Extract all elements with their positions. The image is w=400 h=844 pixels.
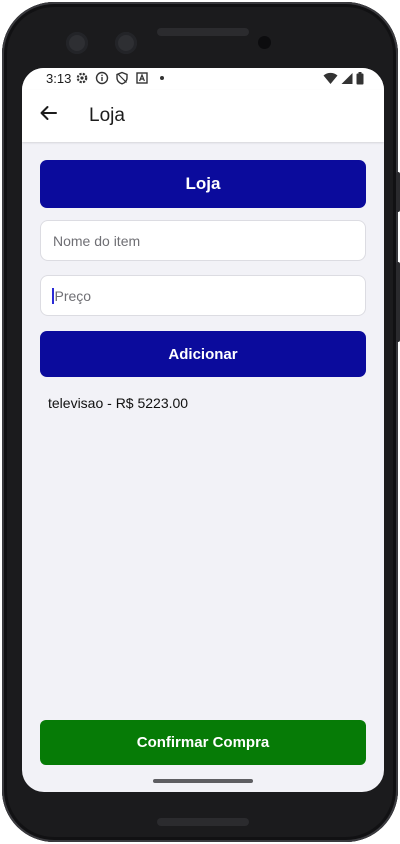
loja-button[interactable]: Loja bbox=[40, 160, 366, 208]
wifi-icon bbox=[323, 72, 338, 88]
home-indicator[interactable] bbox=[153, 779, 253, 783]
front-camera-right bbox=[115, 32, 137, 54]
earpiece-speaker bbox=[157, 28, 249, 36]
bottom-speaker bbox=[157, 818, 249, 826]
sensor bbox=[258, 36, 271, 49]
price-placeholder: Preço bbox=[54, 287, 92, 304]
power-button bbox=[396, 172, 400, 212]
item-name-input[interactable]: Nome do item bbox=[40, 220, 366, 261]
phone-frame: 3:13 Loja Loja Nome do item Preço Adicio… bbox=[2, 2, 400, 842]
price-input[interactable]: Preço bbox=[40, 275, 366, 316]
status-icons-right bbox=[323, 72, 364, 88]
back-button[interactable] bbox=[36, 103, 60, 127]
screen: 3:13 Loja Loja Nome do item Preço Adicio… bbox=[22, 68, 384, 792]
arrow-left-icon bbox=[38, 103, 58, 128]
status-bar: 3:13 bbox=[22, 68, 384, 90]
page-title: Loja bbox=[89, 105, 125, 126]
a-badge-icon bbox=[135, 71, 149, 85]
status-icons-left bbox=[75, 71, 169, 85]
status-time: 3:13 bbox=[46, 71, 72, 86]
list-item: televisao - R$ 5223.00 bbox=[48, 395, 189, 411]
front-camera-left bbox=[66, 32, 88, 54]
confirm-purchase-button[interactable]: Confirmar Compra bbox=[40, 720, 366, 765]
app-bar: Loja bbox=[22, 90, 384, 142]
signal-icon bbox=[341, 72, 353, 88]
shield-icon bbox=[115, 71, 129, 85]
dot-icon bbox=[155, 71, 169, 85]
text-cursor bbox=[52, 287, 54, 304]
gear-icon bbox=[75, 71, 89, 85]
item-name-placeholder: Nome do item bbox=[53, 232, 141, 249]
battery-icon bbox=[356, 72, 364, 88]
volume-button bbox=[396, 262, 400, 342]
add-button[interactable]: Adicionar bbox=[40, 331, 366, 377]
info-icon bbox=[95, 71, 109, 85]
